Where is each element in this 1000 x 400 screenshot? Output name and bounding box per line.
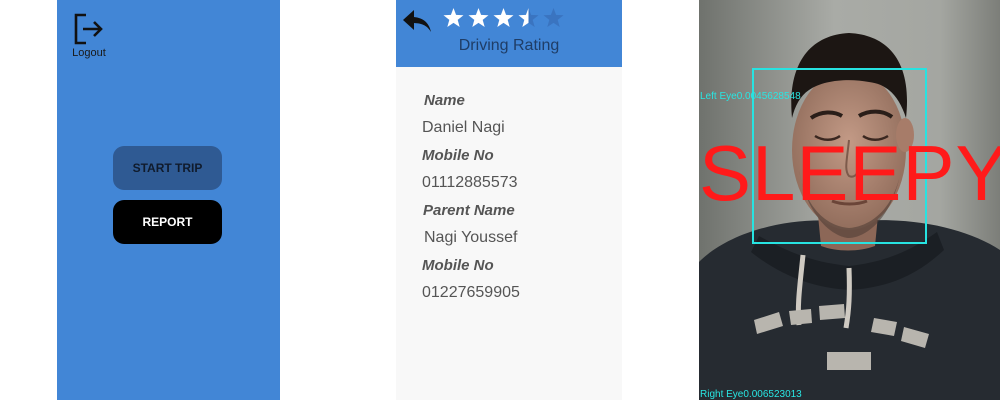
driving-rating-stars: [442, 6, 567, 30]
start-trip-button[interactable]: START TRIP: [113, 146, 222, 190]
camera-view: SLEEPY Left Eye0.0045628548 Right Eye0.0…: [699, 0, 1000, 400]
logout-button[interactable]: Logout: [68, 12, 110, 60]
home-screen: Logout START TRIP REPORT: [57, 0, 280, 400]
star-icon: [493, 7, 514, 28]
parent-name-label: Parent Name: [423, 202, 515, 219]
profile-screen: Driving Rating Name Daniel Nagi Mobile N…: [396, 0, 622, 400]
parent-mobile-value: 01227659905: [422, 284, 520, 301]
left-eye-readout: Left Eye0.0045628548: [700, 91, 801, 102]
logout-icon: [74, 13, 103, 45]
name-value: Daniel Nagi: [422, 119, 505, 136]
star-icon: [518, 7, 539, 28]
profile-header: Driving Rating: [396, 0, 622, 67]
drowsiness-status-text: SLEEPY: [699, 129, 1000, 217]
star-icon: [443, 7, 464, 28]
name-label: Name: [424, 92, 465, 109]
mobile-value: 01112885573: [422, 174, 518, 191]
right-eye-readout: Right Eye0.006523013: [700, 389, 802, 400]
mobile-label: Mobile No: [422, 147, 494, 164]
logout-label: Logout: [72, 47, 106, 59]
parent-mobile-label: Mobile No: [422, 257, 494, 274]
star-icon: [543, 7, 564, 28]
star-icon: [468, 7, 489, 28]
parent-name-value: Nagi Youssef: [424, 229, 518, 246]
back-arrow-icon[interactable]: [400, 4, 434, 38]
report-button[interactable]: REPORT: [113, 200, 222, 244]
rating-title: Driving Rating: [458, 37, 560, 54]
